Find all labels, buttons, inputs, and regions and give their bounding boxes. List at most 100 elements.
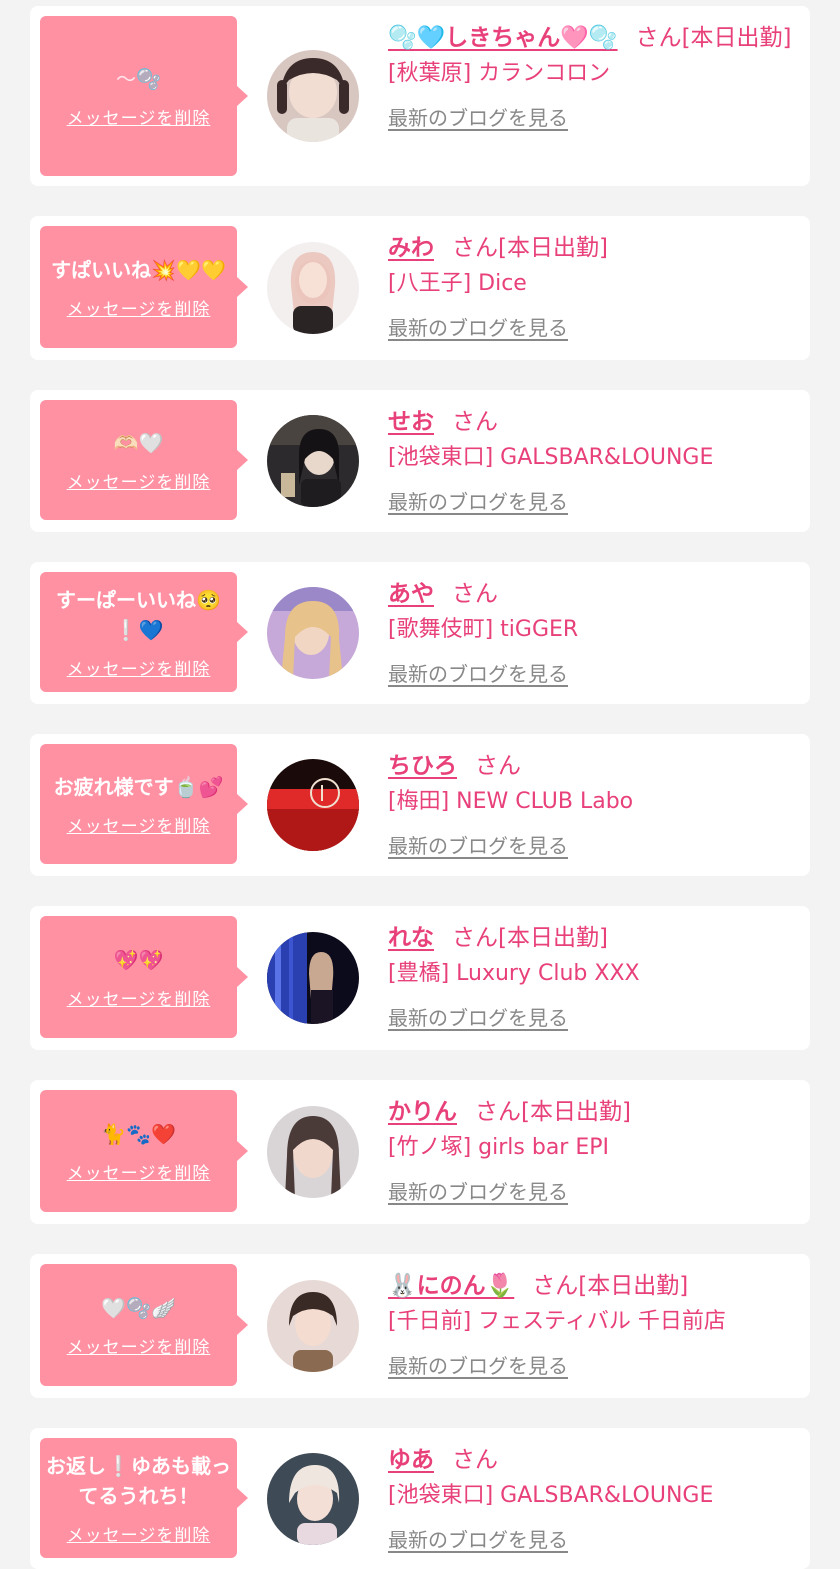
message-text: 〜🫧: [116, 66, 161, 91]
shop-name: [歌舞伎町] tiGGER: [388, 617, 579, 642]
cast-name-link[interactable]: かりん: [388, 1099, 457, 1125]
honorific: さん: [635, 25, 682, 51]
delete-message-link[interactable]: メッセージを削除: [67, 468, 211, 493]
name-line: かりん さん[本日出勤]: [388, 1094, 794, 1130]
shift-badge: [本日出勤]: [498, 925, 608, 951]
shop-name: [池袋東口] GALSBAR&LOUNGE: [388, 445, 714, 470]
message-text: お疲れ様です🍵💕: [53, 774, 224, 799]
message-card: 🫶🏻🤍 メッセージを削除 せお さん [池袋東口] GALSBAR&LOUNGE …: [30, 390, 810, 532]
latest-blog-link[interactable]: 最新のブログを見る: [388, 312, 568, 341]
latest-blog-link[interactable]: 最新のブログを見る: [388, 486, 568, 515]
avatar[interactable]: [267, 1452, 359, 1545]
message-bubble: 🤍🫧🪽 メッセージを削除: [40, 1264, 248, 1386]
shop-name: [千日前] フェスティバル 千日前店: [388, 1309, 726, 1334]
delete-message-link[interactable]: メッセージを削除: [67, 1521, 211, 1546]
honorific: さん: [475, 1099, 521, 1125]
cast-info: ちひろ さん [梅田] NEW CLUB Labo 最新のブログを見る: [388, 748, 794, 859]
message-card: すーぱーいいね🥺❕💙 メッセージを削除 あや さん [歌舞伎町] tiGGER 最…: [30, 562, 810, 704]
name-line: ちひろ さん: [388, 748, 794, 784]
shop-name: [竹ノ塚] girls bar EPI: [388, 1135, 609, 1160]
latest-blog-link[interactable]: 最新のブログを見る: [388, 1002, 568, 1031]
avatar[interactable]: [267, 932, 359, 1024]
cast-name-link[interactable]: 🐰にのん🌷: [388, 1273, 514, 1299]
cast-info: 🫧🩵しきちゃん🩷🫧 さん[本日出勤] [秋葉原] カランコロン 最新のブログを見る: [388, 20, 794, 131]
delete-message-link[interactable]: メッセージを削除: [67, 1159, 211, 1184]
latest-blog-link[interactable]: 最新のブログを見る: [388, 658, 568, 687]
message-bubble: 🐈🐾❤️ メッセージを削除: [40, 1090, 248, 1212]
delete-message-link[interactable]: メッセージを削除: [67, 1333, 211, 1358]
message-bubble: すーぱーいいね🥺❕💙 メッセージを削除: [40, 572, 248, 692]
cast-name-link[interactable]: ちひろ: [388, 753, 457, 779]
shift-badge: [本日出勤]: [681, 25, 792, 51]
message-bubble: すぱいいね💥💛💛 メッセージを削除: [40, 226, 248, 348]
message-card: 💖💖 メッセージを削除 れな さん[本日出勤] [豊橋] Luxury Club …: [30, 906, 810, 1050]
avatar[interactable]: [267, 1106, 359, 1198]
latest-blog-link[interactable]: 最新のブログを見る: [388, 1350, 568, 1379]
honorific: さん: [452, 581, 498, 607]
cast-name-link[interactable]: せお: [388, 409, 434, 435]
message-card: お疲れ様です🍵💕 メッセージを削除 ちひろ さん [梅田] NEW CLUB La…: [30, 734, 810, 876]
cast-info: あや さん [歌舞伎町] tiGGER 最新のブログを見る: [388, 576, 794, 687]
message-bubble: お疲れ様です🍵💕 メッセージを削除: [40, 744, 248, 864]
shop-name: [池袋東口] GALSBAR&LOUNGE: [388, 1483, 714, 1508]
delete-message-link[interactable]: メッセージを削除: [67, 295, 211, 320]
avatar[interactable]: [267, 415, 359, 507]
honorific: さん: [475, 753, 521, 779]
message-bubble: 💖💖 メッセージを削除: [40, 916, 248, 1038]
message-text: 🫶🏻🤍: [113, 430, 164, 455]
latest-blog-link[interactable]: 最新のブログを見る: [388, 102, 568, 131]
name-line: あや さん: [388, 576, 794, 612]
latest-blog-link[interactable]: 最新のブログを見る: [388, 1176, 568, 1205]
honorific: さん: [452, 409, 498, 435]
cast-info: かりん さん[本日出勤] [竹ノ塚] girls bar EPI 最新のブログを見…: [388, 1094, 794, 1205]
message-text: お返し❕ゆあも載ってるうれち！: [46, 1453, 231, 1508]
message-text: 💖💖: [113, 947, 164, 972]
delete-message-link[interactable]: メッセージを削除: [67, 104, 211, 129]
shop-name: [豊橋] Luxury Club XXX: [388, 961, 640, 986]
cast-info: れな さん[本日出勤] [豊橋] Luxury Club XXX 最新のブログを見…: [388, 920, 794, 1031]
message-bubble: 🫶🏻🤍 メッセージを削除: [40, 400, 248, 520]
shop-name: [梅田] NEW CLUB Labo: [388, 789, 634, 814]
delete-message-link[interactable]: メッセージを削除: [67, 812, 211, 837]
avatar[interactable]: [267, 1280, 359, 1372]
honorific: さん: [452, 1447, 498, 1473]
avatar[interactable]: [267, 587, 359, 679]
name-line: みわ さん[本日出勤]: [388, 230, 794, 266]
honorific: さん: [452, 925, 498, 951]
delete-message-link[interactable]: メッセージを削除: [67, 985, 211, 1010]
latest-blog-link[interactable]: 最新のブログを見る: [388, 830, 568, 859]
latest-blog-link[interactable]: 最新のブログを見る: [388, 1524, 568, 1553]
cast-name-link[interactable]: 🫧🩵しきちゃん🩷🫧: [388, 25, 618, 51]
cast-info: 🐰にのん🌷 さん[本日出勤] [千日前] フェスティバル 千日前店 最新のブログを…: [388, 1268, 794, 1379]
favorite-message-list: 〜🫧 メッセージを削除 🫧🩵しきちゃん🩷🫧 さん[本日出勤] [秋葉原] カランコ…: [0, 0, 840, 1569]
message-card: 🐈🐾❤️ メッセージを削除 かりん さん[本日出勤] [竹ノ塚] girls ba…: [30, 1080, 810, 1224]
honorific: さん: [452, 235, 498, 261]
avatar[interactable]: [267, 759, 359, 851]
message-text: 🤍🫧🪽: [101, 1295, 176, 1320]
cast-name-link[interactable]: みわ: [388, 235, 434, 261]
shop-name: [秋葉原] カランコロン: [388, 61, 611, 86]
cast-name-link[interactable]: れな: [388, 925, 434, 951]
cast-info: ゆあ さん [池袋東口] GALSBAR&LOUNGE 最新のブログを見る: [388, 1442, 794, 1553]
message-text: すーぱーいいね🥺❕💙: [56, 587, 221, 642]
message-card: 〜🫧 メッセージを削除 🫧🩵しきちゃん🩷🫧 さん[本日出勤] [秋葉原] カランコ…: [30, 6, 810, 186]
cast-name-link[interactable]: あや: [388, 581, 434, 607]
message-text: すぱいいね💥💛💛: [51, 257, 226, 282]
message-card: すぱいいね💥💛💛 メッセージを削除 みわ さん[本日出勤] [八王子] Dice …: [30, 216, 810, 360]
message-bubble: お返し❕ゆあも載ってるうれち！ メッセージを削除: [40, 1438, 248, 1558]
message-bubble: 〜🫧 メッセージを削除: [40, 16, 248, 176]
delete-message-link[interactable]: メッセージを削除: [67, 655, 211, 680]
name-line: 🫧🩵しきちゃん🩷🫧 さん[本日出勤]: [388, 20, 794, 56]
message-card: お返し❕ゆあも載ってるうれち！ メッセージを削除 ゆあ さん [池袋東口] GAL…: [30, 1428, 810, 1569]
avatar[interactable]: [267, 242, 359, 334]
avatar[interactable]: [267, 50, 359, 142]
shift-badge: [本日出勤]: [521, 1099, 631, 1125]
message-card: 🤍🫧🪽 メッセージを削除 🐰にのん🌷 さん[本日出勤] [千日前] フェスティバル…: [30, 1254, 810, 1398]
name-line: せお さん: [388, 404, 794, 440]
cast-name-link[interactable]: ゆあ: [388, 1447, 434, 1473]
honorific: さん: [532, 1273, 579, 1299]
shift-badge: [本日出勤]: [578, 1273, 689, 1299]
message-text: 🐈🐾❤️: [101, 1121, 176, 1146]
name-line: れな さん[本日出勤]: [388, 920, 794, 956]
shift-badge: [本日出勤]: [498, 235, 608, 261]
